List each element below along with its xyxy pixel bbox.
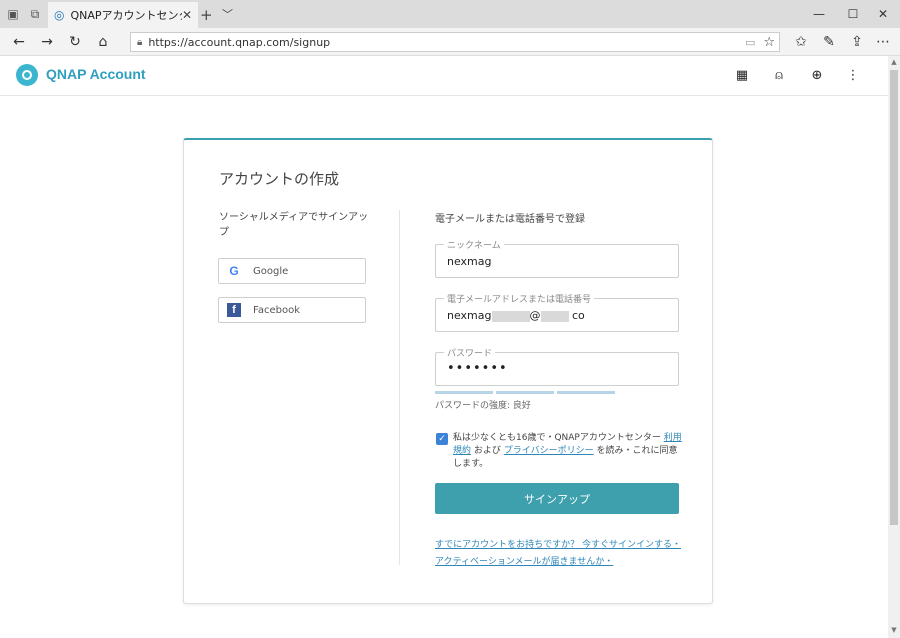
facebook-icon: f <box>227 303 241 317</box>
email-value-part1: nexmag <box>447 309 492 322</box>
refresh-icon[interactable]: ↻ <box>64 32 86 52</box>
nickname-value: nexmag <box>447 255 492 268</box>
email-signup-heading: 電子メールまたは電話番号で登録 <box>435 214 585 225</box>
apps-grid-icon[interactable]: ▦ <box>733 66 751 84</box>
minimize-icon[interactable]: — <box>802 0 836 28</box>
qnap-logo-icon[interactable] <box>16 64 38 86</box>
signup-card: アカウントの作成 ソーシャルメディアでサインアップ G Google f Fac… <box>183 138 713 604</box>
notes-pen-icon[interactable]: ✎ <box>818 32 840 52</box>
activation-email-link[interactable]: アクティベーションメールが届きませんか・ <box>435 554 613 567</box>
more-menu-icon[interactable]: ⋯ <box>872 32 894 52</box>
reading-view-icon[interactable]: ▭ <box>745 36 755 49</box>
url-text: https://account.qnap.com/signup <box>148 35 331 49</box>
kebab-menu-icon[interactable]: ⋮ <box>844 66 862 84</box>
scrollbar-thumb[interactable] <box>890 70 898 525</box>
tab-list-chevron-icon[interactable]: ﹀ <box>222 6 233 22</box>
email-redaction-2 <box>540 310 569 322</box>
tab-actions-icon[interactable]: ▣ <box>2 0 24 28</box>
signup-button[interactable]: サインアップ <box>435 483 679 514</box>
password-value: ••••••• <box>447 361 508 376</box>
favorite-star-icon[interactable]: ☆ <box>763 35 775 50</box>
email-value-part3: co <box>572 309 585 322</box>
app-header: QNAP Account ▦ ⍝ ⊕ ⋮ <box>0 56 888 96</box>
terms-checkbox[interactable]: ✓ <box>436 433 448 445</box>
back-icon[interactable]: ← <box>8 32 30 52</box>
facebook-signup-button[interactable]: f Facebook <box>218 297 366 323</box>
signin-link[interactable]: すでにアカウントをお持ちですか？ 今すぐサインインする・ <box>435 537 681 550</box>
nickname-field[interactable]: ニックネーム nexmag <box>435 238 679 278</box>
google-signup-button[interactable]: G Google <box>218 258 366 284</box>
qnap-favicon-icon: ◎ <box>54 8 65 22</box>
tab-title: QNAPアカウントセンター <box>70 9 181 22</box>
terms-text: 私は少なくとも16歳で・QNAPアカウントセンター 利用規約 および プライバシ… <box>453 432 683 471</box>
column-divider <box>399 210 400 565</box>
maximize-icon[interactable]: ☐ <box>836 0 870 28</box>
google-icon: G <box>229 264 239 278</box>
facebook-label: Facebook <box>253 304 300 316</box>
terms-text-1: 私は少なくとも16歳で・QNAPアカウントセンター <box>453 433 664 443</box>
scroll-up-icon[interactable]: ▲ <box>888 58 900 68</box>
forward-icon[interactable]: → <box>36 32 58 52</box>
lock-icon: 🔒︎ <box>137 36 143 48</box>
location-user-icon[interactable]: ⍝ <box>770 66 788 84</box>
address-bar[interactable]: 🔒︎ https://account.qnap.com/signup ▭ ☆ <box>130 32 780 52</box>
home-icon[interactable]: ⌂ <box>92 32 114 52</box>
browser-tab[interactable]: ◎ QNAPアカウントセンター ✕ <box>48 2 198 28</box>
email-value: nexmag @ co <box>447 309 585 322</box>
social-signup-heading: ソーシャルメディアでサインアップ <box>219 212 369 238</box>
language-globe-icon[interactable]: ⊕ <box>808 66 826 84</box>
password-strength-bar <box>435 391 493 394</box>
privacy-policy-link[interactable]: プライバシーポリシー <box>504 446 594 456</box>
google-label: Google <box>253 265 289 277</box>
email-label: 電子メールアドレスまたは電話番号 <box>444 292 595 305</box>
password-label: パスワード <box>444 346 496 359</box>
new-tab-icon[interactable]: + <box>200 6 213 24</box>
tab-close-icon[interactable]: ✕ <box>182 8 192 22</box>
close-window-icon[interactable]: ✕ <box>866 0 900 28</box>
browser-navbar: ← → ↻ ⌂ 🔒︎ https://account.qnap.com/sign… <box>0 28 900 56</box>
set-aside-tabs-icon[interactable]: ⧉ <box>24 0 46 28</box>
nickname-label: ニックネーム <box>444 238 504 251</box>
scroll-down-icon[interactable]: ▼ <box>888 626 900 636</box>
password-strength-text: パスワードの強度: 良好 <box>435 401 531 411</box>
password-strength-bar <box>496 391 554 394</box>
email-field[interactable]: 電子メールアドレスまたは電話番号 nexmag @ co <box>435 292 679 332</box>
password-strength-bar <box>557 391 615 394</box>
brand-title[interactable]: QNAP Account <box>46 66 146 82</box>
password-field[interactable]: パスワード ••••••• <box>435 346 679 386</box>
terms-text-2: および <box>471 446 504 456</box>
favorites-icon[interactable]: ✩ <box>790 32 812 52</box>
share-icon[interactable]: ⇪ <box>846 32 868 52</box>
email-redaction <box>491 310 530 322</box>
email-value-part2: @ <box>529 309 541 322</box>
page-title: アカウントの作成 <box>219 170 340 188</box>
